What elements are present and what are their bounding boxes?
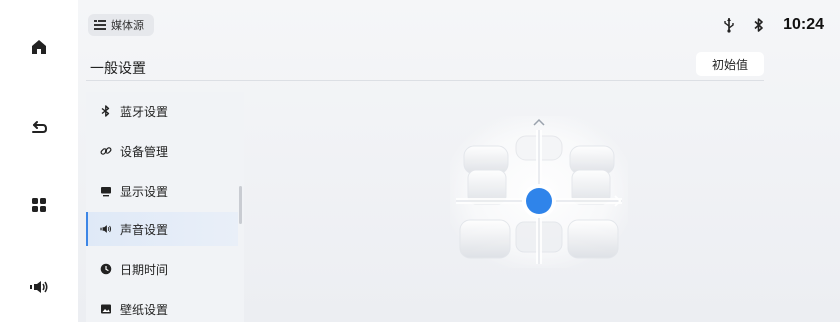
page-title: 一般设置 [90,61,146,77]
bluetooth-status-icon [754,18,763,32]
menu-item-bluetooth[interactable]: 蓝牙设置 [86,94,238,128]
balance-handle[interactable] [526,188,552,214]
menu-item-label: 设备管理 [120,144,169,159]
clock: 10:24 [783,16,824,33]
menu-scrollbar[interactable] [239,186,242,224]
menu-item-devices[interactable]: 设备管理 [86,134,238,168]
media-source-label: 媒体源 [111,19,144,32]
volume-button[interactable] [24,272,54,302]
menu-item-label: 日期时间 [120,262,169,277]
nav-rail [0,0,78,322]
speaker-icon [100,223,112,235]
menu-item-wallpaper[interactable]: 壁纸设置 [86,292,238,322]
title-divider [86,80,764,81]
main-panel: 媒体源 10:24 一般设置 初始值 蓝牙设置 设备管理 显示设置 声音设置 日… [78,0,840,322]
clock-icon [100,263,112,275]
status-indicators: 10:24 [723,14,824,36]
menu-item-label: 蓝牙设置 [120,104,169,119]
bluetooth-icon [100,105,112,117]
apps-button[interactable] [24,190,54,220]
media-source-button[interactable]: 媒体源 [88,14,154,36]
menu-item-label: 声音设置 [120,222,169,237]
menu-item-label: 显示设置 [120,184,169,199]
display-icon [100,185,112,197]
image-icon [100,303,112,315]
back-button[interactable] [24,112,54,142]
menu-item-datetime[interactable]: 日期时间 [86,252,238,286]
usb-icon [724,18,734,33]
sound-field-panel [450,116,628,281]
reset-button[interactable]: 初始值 [696,52,764,76]
home-icon [32,40,46,54]
status-bar: 媒体源 10:24 [78,0,840,44]
menu-item-display[interactable]: 显示设置 [86,174,238,208]
menu-item-label: 壁纸设置 [120,302,169,317]
volume-icon [30,281,48,293]
settings-menu: 蓝牙设置 设备管理 显示设置 声音设置 日期时间 壁纸设置 [86,92,244,322]
back-icon [32,121,48,133]
apps-icon [32,198,46,212]
menu-item-sound[interactable]: 声音设置 [86,212,238,246]
list-icon [94,20,106,30]
home-button[interactable] [24,32,54,62]
link-icon [100,145,112,157]
